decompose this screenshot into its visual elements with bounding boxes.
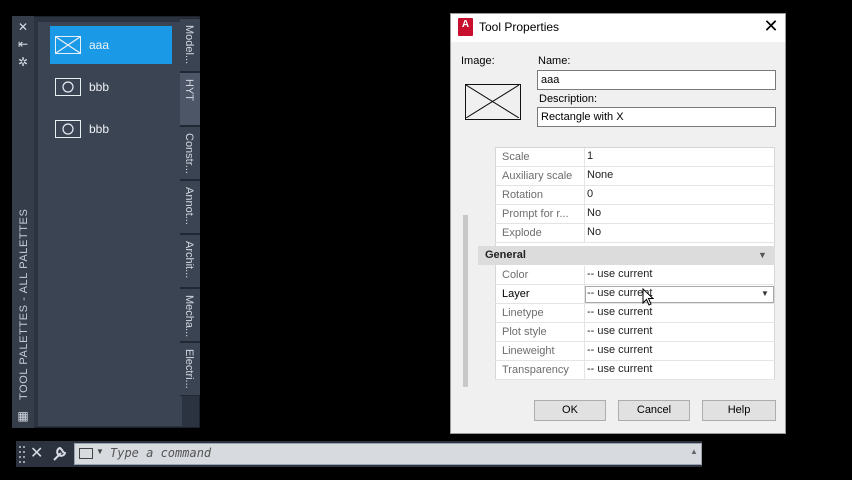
tab-label: Constr...	[183, 133, 195, 174]
tab-label: Model...	[183, 25, 195, 65]
property-row[interactable]: Lineweight -- use current	[495, 342, 775, 361]
property-value: -- use current	[587, 363, 653, 375]
tab-label: Archit...	[183, 241, 195, 279]
circle-icon	[55, 120, 81, 138]
cancel-button[interactable]: Cancel	[618, 400, 690, 421]
property-name: Lineweight	[502, 345, 555, 357]
property-value: 1	[587, 150, 594, 162]
description-field[interactable]: Rectangle with X	[537, 107, 776, 127]
image-label: Image:	[461, 55, 495, 67]
tab-electri[interactable]: Electri...	[180, 342, 200, 396]
tab-constr[interactable]: Constr...	[180, 126, 200, 180]
autocad-app-icon: A	[458, 18, 473, 36]
property-name: Color	[502, 269, 529, 281]
property-name: Transparency	[502, 364, 569, 376]
dialog-title: Tool Properties	[479, 20, 560, 34]
chevron-up-icon[interactable]: ▲	[690, 447, 698, 456]
close-icon[interactable]: ✕	[16, 20, 30, 34]
property-row[interactable]: Prompt for r... No	[495, 205, 775, 224]
tab-mecha[interactable]: Mecha...	[180, 288, 200, 342]
properties-icon[interactable]: ✲	[16, 55, 30, 69]
property-value: No	[587, 226, 602, 238]
property-name: Layer	[502, 288, 530, 300]
palette-tabs: Model... HYT Constr... Annot... Archit..…	[180, 18, 200, 404]
scrollbar[interactable]	[463, 215, 468, 387]
tool-item-label: aaa	[89, 38, 110, 52]
tab-model[interactable]: Model...	[180, 18, 200, 72]
circle-icon	[55, 78, 81, 96]
property-row[interactable]: Scale 1	[495, 148, 775, 167]
property-name: Prompt for r...	[502, 208, 569, 220]
property-row[interactable]: Linetype -- use current	[495, 304, 775, 323]
tab-hyt[interactable]: HYT	[180, 72, 200, 126]
property-row[interactable]: Plot style -- use current	[495, 323, 775, 342]
property-name: Auxiliary scale	[502, 170, 573, 182]
property-name: Plot style	[502, 326, 547, 338]
property-name: Rotation	[502, 189, 543, 201]
auto-hide-icon[interactable]: ⇤	[16, 37, 30, 51]
property-value: None	[587, 169, 614, 181]
mouse-cursor-icon	[642, 287, 656, 313]
tab-archit[interactable]: Archit...	[180, 234, 200, 288]
help-button[interactable]: Help	[702, 400, 776, 421]
property-value: -- use current	[587, 325, 653, 337]
name-label: Name:	[538, 55, 571, 67]
tab-label: HYT	[183, 79, 195, 101]
collapse-icon[interactable]: ▼	[758, 250, 767, 260]
palette-title: TOOL PALETTES - ALL PALETTES	[18, 208, 30, 400]
tab-label: Annot...	[183, 187, 195, 225]
tool-image-preview	[465, 84, 521, 120]
property-name: Explode	[502, 227, 542, 239]
command-placeholder: Type a command	[110, 446, 212, 460]
ok-button[interactable]: OK	[534, 400, 606, 421]
description-label: Description:	[539, 93, 598, 105]
property-row[interactable]: Explode No	[495, 224, 775, 243]
chevron-down-icon[interactable]: ▼	[761, 289, 769, 298]
rectangle-x-icon	[55, 36, 81, 54]
property-row[interactable]: Color -- use current	[495, 266, 775, 285]
palette-menu-icon[interactable]: ▦	[16, 409, 30, 423]
property-row[interactable]: Transparency -- use current	[495, 361, 775, 380]
command-prompt-icon[interactable]	[79, 448, 93, 459]
general-category-label: General	[485, 249, 526, 261]
property-value: -- use current	[587, 268, 653, 280]
tool-item-bbb[interactable]: bbb	[50, 110, 172, 148]
close-icon[interactable]: ✕	[30, 444, 43, 464]
palette-content: aaa bbb bbb	[38, 22, 182, 426]
wrench-icon[interactable]	[51, 444, 67, 468]
close-icon[interactable]: ✕	[762, 15, 780, 37]
property-row[interactable]: Rotation 0	[495, 186, 775, 205]
tool-item-label: bbb	[89, 122, 110, 136]
property-row[interactable]: Auxiliary scale None	[495, 167, 775, 186]
property-name: Linetype	[502, 307, 544, 319]
property-row-layer[interactable]: Layer -- use current	[495, 285, 775, 304]
property-value: No	[587, 207, 602, 219]
tab-annot[interactable]: Annot...	[180, 180, 200, 234]
property-value: -- use current	[587, 344, 653, 356]
property-name: Scale	[502, 151, 530, 163]
chevron-down-icon[interactable]: ▼	[96, 447, 104, 456]
property-value: 0	[587, 188, 594, 200]
tab-label: Mecha...	[183, 295, 195, 338]
tool-item-label: bbb	[89, 80, 110, 94]
name-field[interactable]: aaa	[537, 70, 776, 90]
tool-item-bbb[interactable]: bbb	[50, 68, 172, 106]
tool-item-aaa[interactable]: aaa	[50, 26, 172, 64]
tab-label: Electri...	[183, 349, 195, 389]
grip-icon[interactable]	[18, 444, 26, 464]
